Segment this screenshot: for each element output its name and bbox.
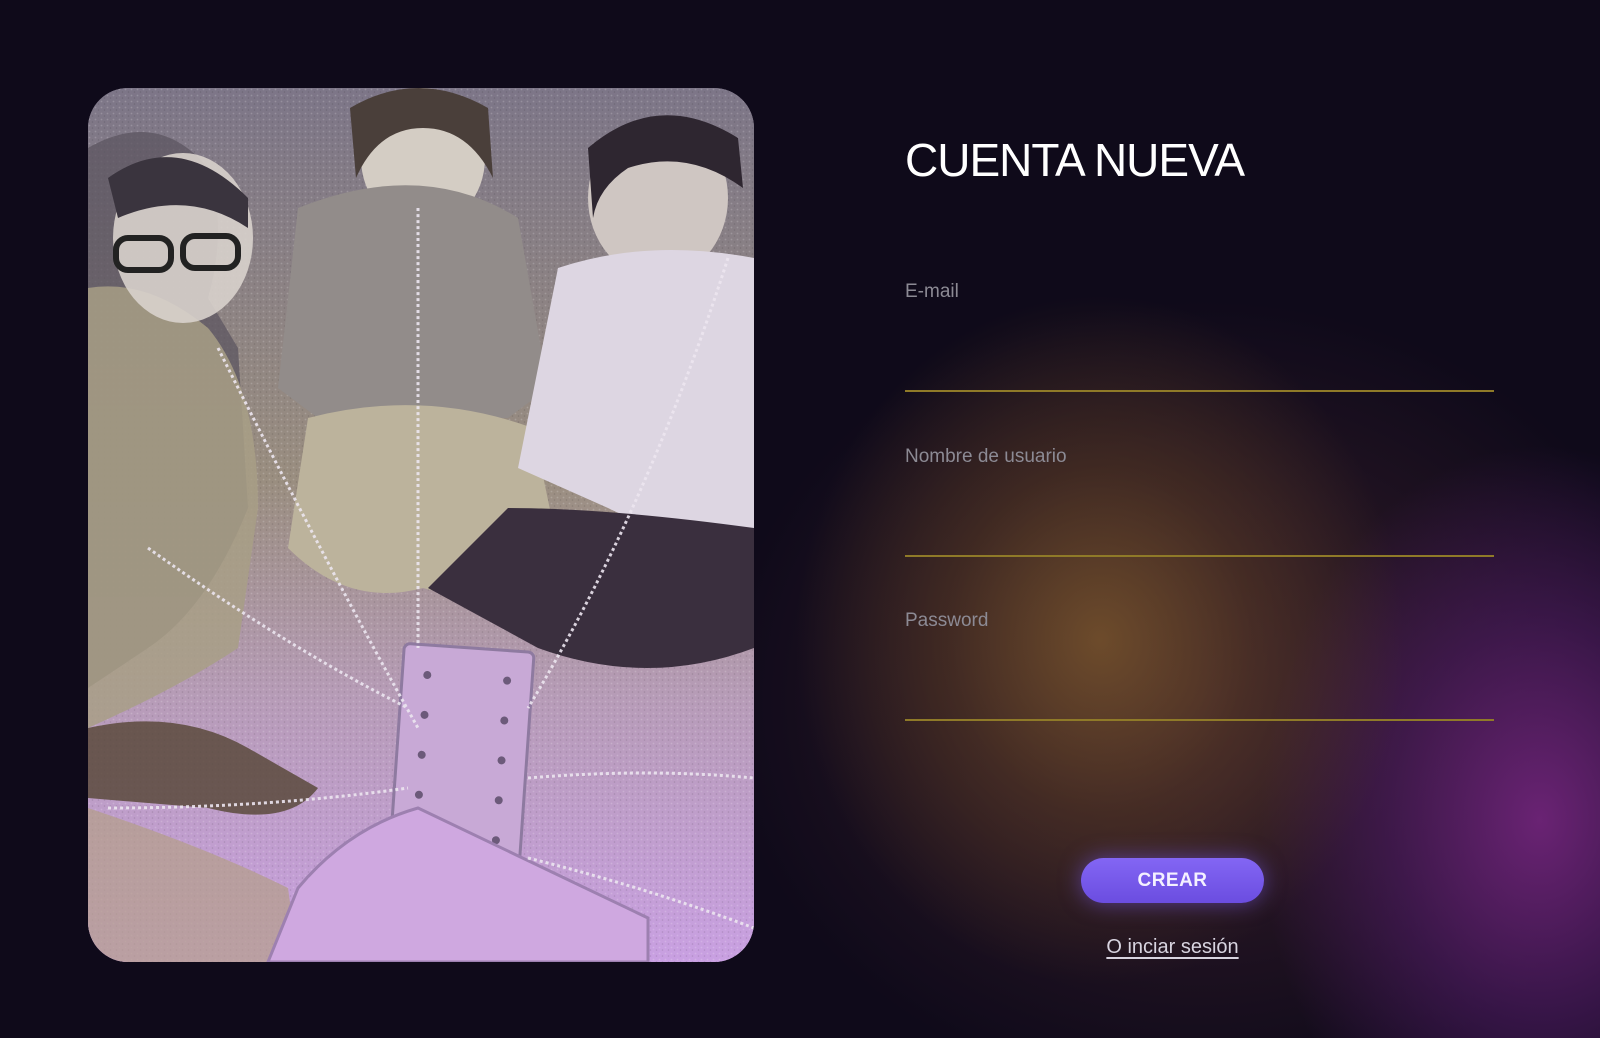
email-input[interactable]	[905, 344, 1494, 392]
email-field-group: E-mail	[905, 280, 1494, 392]
signup-page: CUENTA NUEVA E-mail Nombre de usuario Pa…	[0, 0, 1600, 1038]
username-input[interactable]	[905, 509, 1494, 557]
password-label: Password	[905, 610, 989, 631]
signup-form: CUENTA NUEVA E-mail Nombre de usuario Pa…	[905, 130, 1495, 980]
hero-photo-illustration	[88, 88, 754, 962]
password-field-group: Password	[905, 609, 1494, 721]
create-account-button[interactable]: CREAR	[1081, 858, 1264, 903]
username-field-group: Nombre de usuario	[905, 445, 1494, 557]
password-input[interactable]	[905, 673, 1494, 721]
hero-photo	[88, 88, 754, 962]
login-link[interactable]: O inciar sesión	[905, 936, 1440, 959]
username-label: Nombre de usuario	[905, 446, 1067, 467]
email-label: E-mail	[905, 281, 959, 302]
form-title: CUENTA NUEVA	[905, 134, 1245, 186]
